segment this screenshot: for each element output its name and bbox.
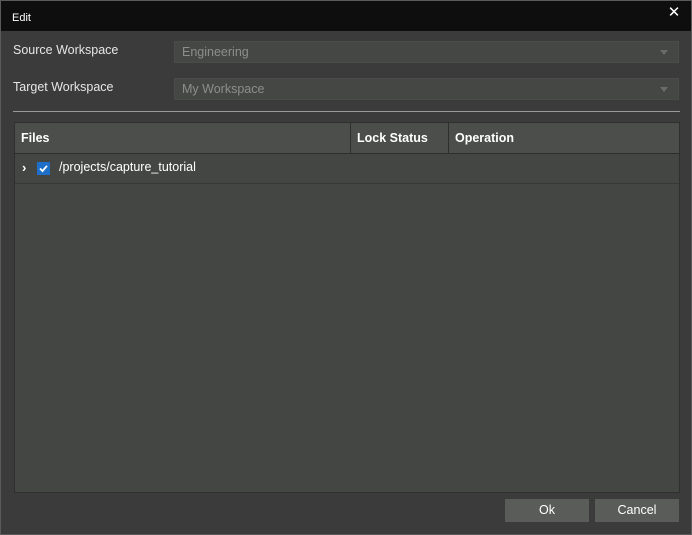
dialog-content: Source Workspace Engineering Target Work… bbox=[1, 31, 691, 534]
title-bar: Edit ✕ bbox=[1, 1, 691, 31]
source-workspace-value: Engineering bbox=[182, 45, 249, 59]
form-separator bbox=[13, 111, 680, 112]
target-workspace-value: My Workspace bbox=[182, 82, 265, 96]
close-icon[interactable]: ✕ bbox=[667, 5, 681, 21]
source-workspace-select[interactable]: Engineering bbox=[174, 41, 679, 63]
column-header-lock-status[interactable]: Lock Status bbox=[350, 123, 448, 153]
grid-header: Files Lock Status Operation bbox=[15, 123, 679, 154]
ok-button[interactable]: Ok bbox=[505, 499, 589, 522]
file-path: /projects/capture_tutorial bbox=[59, 160, 196, 174]
column-header-operation[interactable]: Operation bbox=[448, 123, 679, 153]
chevron-right-icon[interactable]: › bbox=[22, 161, 32, 174]
chevron-down-icon bbox=[660, 87, 668, 92]
row-checkbox[interactable] bbox=[37, 162, 50, 175]
dialog-title: Edit bbox=[12, 12, 31, 24]
edit-dialog: Edit ✕ Source Workspace Engineering Targ… bbox=[0, 0, 692, 535]
source-workspace-label: Source Workspace bbox=[13, 43, 119, 57]
target-workspace-select[interactable]: My Workspace bbox=[174, 78, 679, 100]
files-grid: Files Lock Status Operation › /projects/… bbox=[14, 122, 680, 493]
checkmark-icon bbox=[38, 163, 49, 174]
chevron-down-icon bbox=[660, 50, 668, 55]
target-workspace-label: Target Workspace bbox=[13, 80, 114, 94]
table-row[interactable]: › /projects/capture_tutorial bbox=[15, 154, 679, 184]
cancel-button[interactable]: Cancel bbox=[595, 499, 679, 522]
column-header-files[interactable]: Files bbox=[15, 123, 350, 153]
